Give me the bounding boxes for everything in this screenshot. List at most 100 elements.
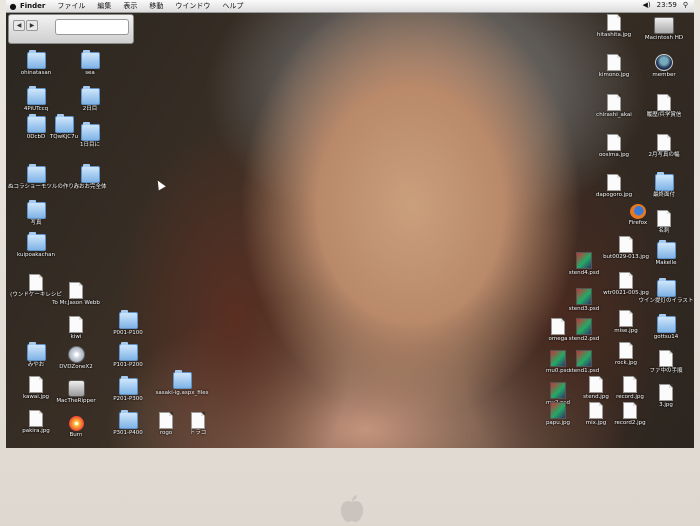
doc-icon — [589, 402, 603, 419]
desktop-icon-label: Macintosh HD — [644, 35, 684, 41]
desktop-icon[interactable]: 4PiUTccq — [8, 86, 64, 113]
folder-icon — [26, 86, 46, 105]
doc-icon — [607, 174, 621, 191]
desktop-icon[interactable]: gottsu14 — [638, 314, 694, 341]
desktop-icon[interactable]: ウイン提灯のイラスト — [638, 278, 694, 305]
spotlight-icon[interactable]: ⚲ — [683, 1, 688, 9]
desktop-icon-label: kimono.jpg — [598, 72, 630, 78]
doc-icon — [607, 94, 621, 111]
hd-icon — [654, 17, 674, 34]
psd-icon — [576, 350, 592, 367]
desktop-icon[interactable]: P001-P100 — [100, 310, 156, 337]
doc-icon — [607, 134, 621, 151]
menu-file[interactable]: ファイル — [57, 1, 85, 11]
doc-icon — [69, 282, 83, 299]
desktop-icon[interactable]: ぬコラショーモツルの作り方 — [8, 164, 79, 191]
desktop-icon[interactable]: ファ中の手順 — [638, 350, 694, 375]
desktop-icon[interactable]: DVDZoneX2 — [48, 346, 104, 371]
desktop-icon-label: 最終面付 — [652, 192, 675, 198]
desktop-icon[interactable]: 2月写真の幅 — [636, 134, 692, 159]
desktop-icon[interactable]: みおお完全体 — [62, 164, 118, 191]
desktop-icon[interactable]: kiwi — [48, 316, 104, 341]
desktop-icon-label: P101-P200 — [113, 362, 143, 368]
menu-help[interactable]: ヘルプ — [222, 1, 243, 11]
desktop-icon-label: hitashita.jpg — [596, 32, 632, 38]
desktop-icon[interactable]: MacTheRipper — [48, 380, 104, 405]
doc-icon — [619, 236, 633, 253]
desktop-icon-label: Makelle — [655, 260, 677, 266]
back-button[interactable]: ◀ — [13, 20, 25, 31]
volume-icon[interactable]: ◀) — [643, 1, 651, 9]
desktop-icon-label: member — [652, 72, 676, 78]
desktop-icon-label: kiwi — [70, 334, 82, 340]
forward-button[interactable]: ▶ — [26, 20, 38, 31]
usr-icon — [655, 54, 673, 71]
desktop-icon[interactable]: 名刺 — [636, 210, 692, 235]
desktop-icon[interactable]: P101-P200 — [100, 342, 156, 369]
folder-icon — [26, 232, 46, 251]
psd-icon — [576, 252, 592, 269]
app-icon — [67, 380, 85, 397]
desktop-icon[interactable]: sasaki-ig.aspx_files — [154, 370, 210, 397]
doc-icon — [607, 14, 621, 31]
desktop-icon[interactable]: トラコ — [170, 412, 226, 437]
desktop-icon-label: MacTheRipper — [56, 398, 96, 404]
doc-icon — [29, 274, 43, 291]
desktop-icon[interactable]: oosima.jpg — [586, 134, 642, 159]
desktop-icon-label: 名刺 — [658, 228, 670, 234]
menu-finder[interactable]: Finder — [20, 2, 45, 10]
desktop-icon-label: 写真 — [30, 220, 42, 226]
menu-go[interactable]: 移動 — [149, 1, 163, 11]
desktop-icon[interactable]: 2日目 — [62, 86, 118, 113]
doc-icon — [657, 134, 671, 151]
desktop-icon[interactable]: Makelle — [638, 240, 694, 267]
desktop-icon-label: DVDZoneX2 — [59, 364, 93, 370]
desktop-icon[interactable]: To Mr.Jason Webb — [48, 282, 104, 307]
desktop-icon-label: P201-P300 — [113, 396, 143, 402]
desktop-icon[interactable]: record2.jpg — [602, 402, 658, 427]
folder-icon — [80, 50, 100, 69]
menu-view[interactable]: 表示 — [123, 1, 137, 11]
desktop-icon[interactable]: 1日目に — [62, 122, 118, 149]
menu-edit[interactable]: 編集 — [97, 1, 111, 11]
clock[interactable]: 23:59 — [657, 1, 677, 9]
desktop-icon[interactable]: 写真 — [8, 200, 64, 227]
desktop-icon-label: record2.jpg — [614, 420, 646, 426]
folder-icon — [172, 370, 192, 389]
doc-icon — [29, 376, 43, 393]
menubar-extras: ◀) 23:59 ⚲ — [643, 1, 688, 9]
folder-icon — [118, 310, 138, 329]
desktop-icon-label: Burn — [69, 432, 83, 438]
doc-icon — [623, 376, 637, 393]
desktop-icon[interactable]: kuipoakachan — [8, 232, 64, 259]
desktop-icon[interactable]: P201-P300 — [100, 376, 156, 403]
desktop-icon-label: stend1.psd — [568, 368, 600, 374]
doc-icon — [607, 54, 621, 71]
desktop-icon[interactable]: 履歴/兵学賞信 — [636, 94, 692, 119]
desktop-icon-label: ohinatasan — [20, 70, 52, 76]
menu-window[interactable]: ウインドウ — [175, 1, 210, 11]
view-mode-control[interactable] — [55, 19, 129, 35]
doc-icon — [657, 94, 671, 111]
apple-menu-icon[interactable]: ● — [6, 2, 20, 11]
desktop-icon-label: みおお完全体 — [73, 184, 107, 190]
desktop-icon[interactable]: member — [636, 54, 692, 79]
desktop-icon[interactable]: ohinatasan — [8, 50, 64, 77]
desktop-icon[interactable]: 最終面付 — [636, 172, 692, 199]
desktop-icon-label: kuipoakachan — [16, 252, 56, 258]
desktop-icon[interactable]: dapogoro.jpg — [586, 174, 642, 199]
desktop-icon-label: sasaki-ig.aspx_files — [155, 390, 209, 396]
desktop-icon-label: P001-P100 — [113, 330, 143, 336]
folder-icon — [656, 278, 676, 297]
doc-icon — [659, 384, 673, 401]
desktop-icon-label: gottsu14 — [653, 334, 679, 340]
folder-icon — [80, 86, 100, 105]
desktop-icon[interactable]: Macintosh HD — [636, 14, 692, 42]
desktop-icon[interactable]: chirashi_akai — [586, 94, 642, 119]
desktop-icon-label: sea — [85, 70, 95, 76]
desktop-icon[interactable]: sea — [62, 50, 118, 77]
desktop-icon[interactable]: hitashita.jpg — [586, 14, 642, 39]
desktop-icon[interactable]: kimono.jpg — [586, 54, 642, 79]
desktop-icon[interactable]: Burn — [48, 416, 104, 439]
desktop-icon-label: oosima.jpg — [598, 152, 630, 158]
